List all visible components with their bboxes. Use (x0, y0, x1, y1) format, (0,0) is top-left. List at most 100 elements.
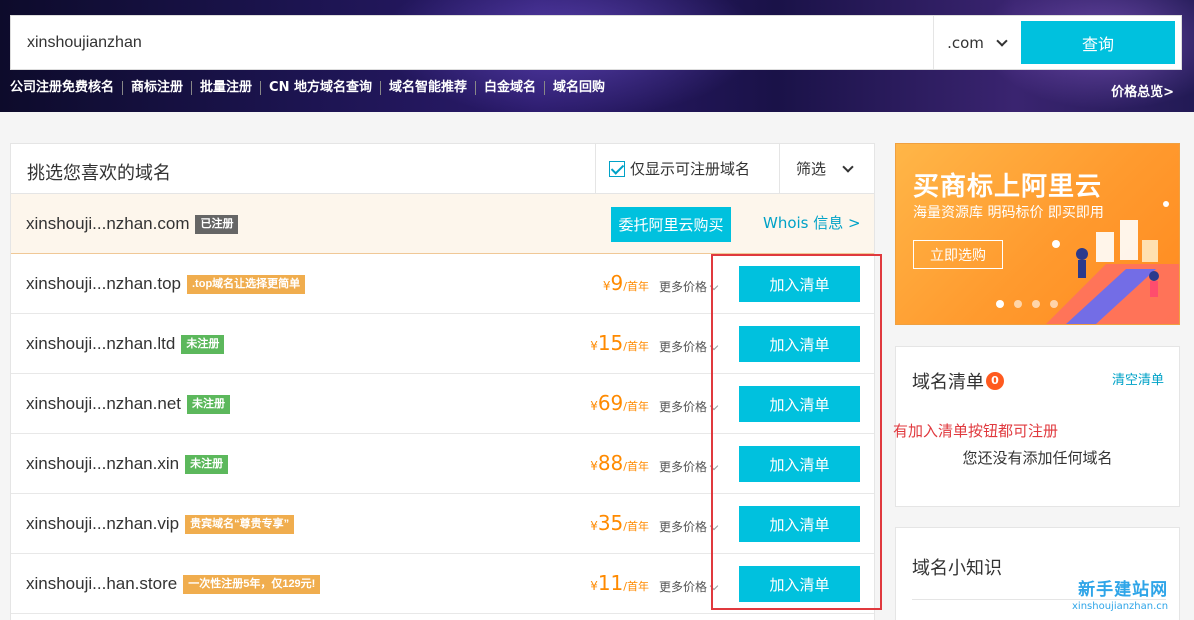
price-value: 15 (597, 331, 624, 355)
quick-link[interactable]: 白金域名 (475, 81, 544, 95)
domain-name-cell: xinshouji...han.store 一次性注册5年，仅129元! (26, 554, 321, 613)
price-unit: /首年 (623, 580, 649, 593)
domain-row: xinshouji...nzhan.vip 贵宾域名“尊贵专享” ¥35/首年 更… (11, 494, 874, 554)
more-price-dropdown[interactable]: 更多价格 (659, 518, 719, 535)
price: ¥69/首年 (590, 374, 649, 436)
suffix-select[interactable]: .com (933, 16, 1019, 69)
price-unit: /首年 (623, 460, 649, 473)
price-value: 35 (597, 511, 624, 535)
carousel-dot[interactable] (1014, 300, 1022, 308)
currency-symbol: ¥ (590, 579, 598, 593)
domain-name-cell: xinshouji...nzhan.net 未注册 (26, 374, 230, 433)
domain-name-cell: xinshouji...nzhan.top .top域名让选择更简单 (26, 254, 306, 313)
cart-empty-message: 您还没有添加任何域名 (962, 449, 1113, 467)
carousel-dot[interactable] (1032, 300, 1040, 308)
add-to-cart-button[interactable]: 加入清单 (739, 506, 860, 542)
currency-symbol: ¥ (590, 339, 598, 353)
ad-subtitle: 海量资源库 明码标价 即买即用 (913, 205, 1104, 221)
buy-now-button[interactable]: 立即选购 (913, 240, 1003, 269)
chevron-down-icon (709, 581, 719, 590)
status-badge: 未注册 (181, 335, 225, 354)
domain-search-input[interactable] (11, 16, 931, 69)
panel-header: 挑选您喜欢的域名 仅显示可注册域名 筛选 (11, 144, 874, 194)
price-value: 88 (597, 451, 624, 475)
carousel-dot[interactable] (1050, 300, 1058, 308)
domain-row: xinshouji...nzhan.top .top域名让选择更简单 ¥9/首年 … (11, 254, 874, 314)
cart-title: 域名清单 0 (912, 368, 1004, 394)
quick-link[interactable]: 公司注册免费核名 (10, 81, 122, 95)
quick-link[interactable]: 商标注册 (122, 81, 191, 95)
more-price-dropdown[interactable]: 更多价格 (659, 338, 719, 355)
chevron-down-icon (709, 401, 719, 410)
add-to-cart-button[interactable]: 加入清单 (739, 386, 860, 422)
cart-title-label: 域名清单 (912, 372, 984, 393)
domain-name: xinshouji...han.store (26, 574, 178, 593)
price-unit: /首年 (623, 400, 649, 413)
clear-cart-link[interactable]: 清空清单 (1112, 369, 1164, 388)
more-price-label: 更多价格 (659, 460, 708, 474)
checkbox-checked-icon[interactable] (609, 160, 625, 177)
chevron-down-icon (842, 160, 854, 173)
domain-name-cell: xinshouji...nzhan.com 已注册 (26, 194, 239, 253)
domain-name-cell: xinshouji...nzhan.xin 未注册 (26, 434, 229, 493)
more-price-dropdown[interactable]: 更多价格 (659, 458, 719, 475)
status-badge: 已注册 (195, 215, 239, 234)
quick-link[interactable]: 域名智能推荐 (380, 81, 475, 95)
domain-row: xinshouji...nzhan.xin 未注册 ¥88/首年 更多价格 加入清… (11, 434, 874, 494)
status-badge: 未注册 (187, 395, 230, 414)
header-banner: .com 查询 公司注册免费核名 商标注册 批量注册 CN 地方域名查询 域名智… (0, 0, 1194, 112)
annotation-note: 有加入清单按钮都可注册 (893, 422, 1059, 440)
watermark-cn: 新手建站网 (1078, 580, 1169, 600)
domain-name: xinshouji...nzhan.xin (26, 454, 180, 473)
domain-name: xinshouji...nzhan.vip (26, 514, 180, 533)
domain-row: xinshouji...han.store 一次性注册5年，仅129元! ¥11/… (11, 554, 874, 614)
promo-badge: 一次性注册5年，仅129元! (183, 575, 321, 594)
more-price-dropdown[interactable]: 更多价格 (659, 278, 719, 295)
domain-row: xinshouji...nzhan.net 未注册 ¥69/首年 更多价格 加入清… (11, 374, 874, 434)
chevron-down-icon (709, 521, 719, 530)
more-price-label: 更多价格 (659, 580, 708, 594)
carousel-dots (996, 300, 1058, 308)
panel-title: 挑选您喜欢的域名 (27, 163, 171, 184)
price-value: 69 (597, 391, 624, 415)
price: ¥88/首年 (590, 434, 649, 496)
whois-link[interactable]: Whois 信息 > (763, 194, 861, 253)
suffix-value: .com (947, 33, 984, 52)
chevron-down-icon (996, 34, 1008, 47)
price-overview-link[interactable]: 价格总览> (1111, 81, 1174, 100)
filter-dropdown[interactable]: 筛选 (779, 144, 874, 193)
currency-symbol: ¥ (602, 279, 611, 293)
add-to-cart-button[interactable]: 加入清单 (739, 266, 860, 302)
query-button[interactable]: 查询 (1021, 21, 1175, 64)
quick-link[interactable]: 域名回购 (544, 81, 613, 95)
quick-link[interactable]: 批量注册 (191, 81, 260, 95)
registered-domain-row: xinshouji...nzhan.com 已注册 委托阿里云购买 Whois 信… (11, 194, 874, 254)
price-unit: /首年 (623, 520, 649, 533)
more-price-dropdown[interactable]: 更多价格 (659, 398, 719, 415)
promo-badge: .top域名让选择更简单 (187, 275, 306, 294)
domain-name: xinshouji...nzhan.ltd (26, 334, 176, 353)
only-available-toggle[interactable]: 仅显示可注册域名 (595, 144, 765, 193)
trademark-ad-banner[interactable]: 买商标上阿里云 海量资源库 明码标价 即买即用 立即选购 (895, 143, 1180, 325)
quick-link[interactable]: CN 地方域名查询 (260, 81, 380, 95)
cart-count-badge: 0 (986, 372, 1004, 390)
more-price-label: 更多价格 (659, 520, 708, 534)
add-to-cart-button[interactable]: 加入清单 (739, 446, 860, 482)
more-price-label: 更多价格 (659, 340, 708, 354)
more-price-dropdown[interactable]: 更多价格 (659, 578, 719, 595)
price: ¥15/首年 (590, 314, 649, 376)
price: ¥9/首年 (603, 254, 649, 316)
add-to-cart-button[interactable]: 加入清单 (739, 326, 860, 362)
chevron-down-icon (709, 281, 719, 290)
chevron-down-icon (709, 341, 719, 350)
price-unit: /首年 (623, 340, 649, 353)
domain-name: xinshouji...nzhan.net (26, 394, 181, 413)
chevron-down-icon (709, 461, 719, 470)
carousel-dot[interactable] (996, 300, 1004, 308)
add-to-cart-button[interactable]: 加入清单 (739, 566, 860, 602)
domain-name-cell: xinshouji...nzhan.vip 贵宾域名“尊贵专享” (26, 494, 295, 553)
entrust-purchase-button[interactable]: 委托阿里云购买 (611, 207, 731, 242)
domain-search-box: .com 查询 (10, 15, 1182, 70)
quick-links-bar: 公司注册免费核名 商标注册 批量注册 CN 地方域名查询 域名智能推荐 白金域名… (10, 81, 613, 95)
filter-label: 筛选 (796, 160, 827, 178)
